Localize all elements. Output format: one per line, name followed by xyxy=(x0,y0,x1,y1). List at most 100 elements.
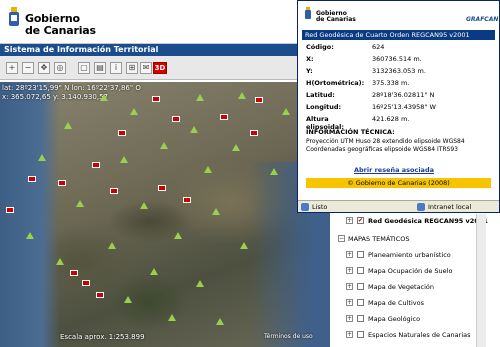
map-marker[interactable] xyxy=(28,176,36,182)
geodesic-vertex-marker[interactable] xyxy=(140,202,148,209)
geodesic-vertex-marker[interactable] xyxy=(174,232,182,239)
map-marker[interactable] xyxy=(82,280,90,286)
fullview-button[interactable]: ▢ xyxy=(78,62,90,74)
browser-status-bar: Listo Intranet local xyxy=(298,200,499,212)
open-report-link[interactable]: Abrir reseña asociada xyxy=(354,166,434,174)
geodesic-vertex-marker[interactable] xyxy=(196,280,204,287)
three-d-button[interactable]: 3D xyxy=(153,62,167,74)
expand-icon[interactable]: + xyxy=(346,217,353,224)
geodesic-vertex-marker[interactable] xyxy=(38,154,46,161)
pan-button[interactable]: ✥ xyxy=(38,62,50,74)
field-label: H(Ortométrica): xyxy=(306,79,365,87)
layer-checkbox[interactable] xyxy=(357,331,364,338)
expand-icon[interactable]: + xyxy=(346,299,353,306)
info-button[interactable]: i xyxy=(110,62,122,74)
field-value: 360736.514 m. xyxy=(372,55,422,63)
layer-group-label: MAPAS TEMÁTICOS xyxy=(348,235,410,243)
expand-icon[interactable]: + xyxy=(346,315,353,322)
expand-icon[interactable]: + xyxy=(346,283,353,290)
terms-of-use-link[interactable]: Términos de uso xyxy=(264,333,313,340)
expand-icon[interactable]: + xyxy=(346,251,353,258)
expand-icon[interactable]: + xyxy=(346,267,353,274)
expand-icon[interactable]: + xyxy=(346,331,353,338)
map-marker[interactable] xyxy=(6,207,14,213)
technical-info-line: Proyección UTM Huso 28 extendido elipsoi… xyxy=(306,138,465,145)
layer-checkbox[interactable] xyxy=(357,251,364,258)
collapse-icon[interactable]: − xyxy=(338,235,345,242)
field-label: Longitud: xyxy=(306,103,342,111)
map-marker[interactable] xyxy=(110,188,118,194)
map-marker[interactable] xyxy=(96,292,104,298)
geodesic-vertex-marker[interactable] xyxy=(108,242,116,249)
geodesic-vertex-marker[interactable] xyxy=(150,268,158,275)
map-marker[interactable] xyxy=(70,270,78,276)
map-marker[interactable] xyxy=(250,130,258,136)
map-view[interactable]: lat: 28º23'15,99" N lon: 16º22'37,86" O … xyxy=(0,82,330,347)
zoom-in-button[interactable]: + xyxy=(6,62,18,74)
geodesic-vertex-marker[interactable] xyxy=(238,92,246,99)
geodesic-vertex-marker[interactable] xyxy=(270,168,278,175)
geodesic-vertex-marker[interactable] xyxy=(212,208,220,215)
layer-checkbox[interactable] xyxy=(357,299,364,306)
layer-label: Mapa de Cultivos xyxy=(368,299,424,307)
layer-checkbox[interactable] xyxy=(357,267,364,274)
geodesic-vertex-marker[interactable] xyxy=(100,94,108,101)
geodesic-vertex-marker[interactable] xyxy=(120,156,128,163)
field-label: Latitud: xyxy=(306,91,335,99)
popup-header: Gobierno de Canarias GRAFCAN xyxy=(298,1,499,27)
geodesic-vertex-marker[interactable] xyxy=(190,126,198,133)
map-marker[interactable] xyxy=(152,96,160,102)
print-button[interactable]: ▤ xyxy=(94,62,106,74)
map-marker[interactable] xyxy=(118,130,126,136)
map-marker[interactable] xyxy=(183,197,191,203)
field-value: 3132363.053 m. xyxy=(372,67,426,75)
field-value: 375.338 m. xyxy=(372,79,410,87)
globe-button[interactable]: ◎ xyxy=(54,62,66,74)
geodesic-vertex-marker[interactable] xyxy=(282,108,290,115)
field-value: 421.628 m. xyxy=(372,115,410,123)
tree-item-red-geodesica[interactable]: + ✔ Red Geodésica REGCAN95 v2001 xyxy=(332,214,500,225)
field-label: Código: xyxy=(306,43,334,51)
layer-label: Planeamiento urbanístico xyxy=(368,251,451,259)
copyright-banner: © Gobierno de Canarias (2008) xyxy=(306,178,491,188)
geodesic-vertex-marker[interactable] xyxy=(240,242,248,249)
layer-label: Espacios Naturales de Canarias xyxy=(368,331,471,339)
geodesic-vertex-marker[interactable] xyxy=(204,166,212,173)
zoom-out-button[interactable]: − xyxy=(22,62,34,74)
map-marker[interactable] xyxy=(92,162,100,168)
geodesic-vertex-marker[interactable] xyxy=(26,232,34,239)
coordinate-line-utm: x: 365.072,65 y: 3.140.930,57 xyxy=(2,93,109,101)
geodesic-vertex-marker[interactable] xyxy=(232,144,240,151)
geodesic-vertex-marker[interactable] xyxy=(56,258,64,265)
map-marker[interactable] xyxy=(172,116,180,122)
popup-title: Red Geodésica de Cuarto Orden REGCAN95 v… xyxy=(302,30,495,40)
geodesic-vertex-marker[interactable] xyxy=(130,108,138,115)
email-button[interactable]: ✉ xyxy=(140,62,152,74)
layer-label: Mapa Ocupación de Suelo xyxy=(368,267,453,275)
security-zone-text: Intranet local xyxy=(428,203,472,211)
geodesic-vertex-marker[interactable] xyxy=(64,122,72,129)
app-title: Sistema de Información Territorial xyxy=(0,44,330,56)
page-icon xyxy=(301,203,309,211)
layer-checkbox[interactable] xyxy=(357,315,364,322)
map-marker[interactable] xyxy=(255,97,263,103)
geodesic-vertex-marker[interactable] xyxy=(196,94,204,101)
coat-of-arms-icon xyxy=(305,7,311,19)
measure-button[interactable]: ⊞ xyxy=(126,62,138,74)
layer-checkbox[interactable]: ✔ xyxy=(357,217,364,224)
coat-of-arms-icon xyxy=(9,7,19,26)
map-marker[interactable] xyxy=(58,180,66,186)
info-popup-window: Gobierno de Canarias GRAFCAN Red Geodési… xyxy=(297,0,500,213)
layer-checkbox[interactable] xyxy=(357,283,364,290)
map-scale: Escala aprox. 1:253.899 xyxy=(60,333,145,341)
map-marker[interactable] xyxy=(220,114,228,120)
layer-label: Mapa Geológico xyxy=(368,315,421,323)
geodesic-vertex-marker[interactable] xyxy=(160,142,168,149)
map-marker[interactable] xyxy=(158,185,166,191)
main-application: Gobierno de Canarias Sistema de Informac… xyxy=(0,0,330,347)
geodesic-vertex-marker[interactable] xyxy=(76,200,84,207)
tree-scrollbar[interactable] xyxy=(476,214,486,347)
geodesic-vertex-marker[interactable] xyxy=(216,318,224,325)
geodesic-vertex-marker[interactable] xyxy=(124,296,132,303)
geodesic-vertex-marker[interactable] xyxy=(168,314,176,321)
